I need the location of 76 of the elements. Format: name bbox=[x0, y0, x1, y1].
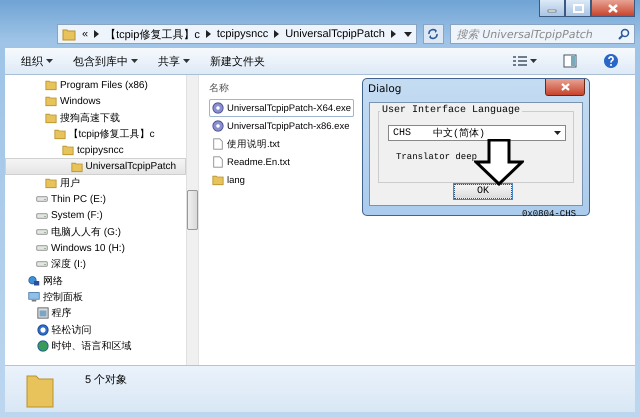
file-item[interactable]: UniversalTcpipPatch-x86.exe bbox=[209, 117, 353, 135]
dropdown-arrow-icon bbox=[530, 59, 537, 63]
status-text: 5 个对象 bbox=[85, 373, 128, 387]
tree-item[interactable]: 深度 (I:) bbox=[5, 256, 186, 273]
close-button[interactable] bbox=[545, 79, 585, 96]
folder-icon bbox=[212, 174, 224, 186]
details-view-icon bbox=[513, 55, 527, 67]
tree-item[interactable]: Windows bbox=[5, 93, 186, 110]
file-item[interactable]: 使用说明.txt bbox=[209, 135, 283, 153]
tree-item[interactable]: Thin PC (E:) bbox=[5, 191, 186, 208]
close-icon bbox=[560, 83, 570, 91]
chevron-right-icon bbox=[274, 30, 280, 38]
dropdown-arrow-icon bbox=[554, 131, 561, 135]
maximize-button[interactable] bbox=[565, 0, 591, 17]
maximize-icon bbox=[572, 4, 584, 12]
dialog-title: Dialog bbox=[368, 83, 402, 95]
column-header[interactable]: 名称 bbox=[209, 81, 229, 95]
toolbar-button[interactable]: 包含到库中 bbox=[65, 50, 146, 72]
breadcrumb[interactable]: 【tcpip修复工具】c bbox=[103, 26, 202, 42]
tree-item[interactable]: 时钟、语言和区域 bbox=[5, 338, 186, 354]
breadcrumb[interactable]: « bbox=[80, 28, 90, 40]
close-button[interactable] bbox=[591, 0, 635, 17]
tree-item[interactable]: 用户 bbox=[5, 174, 186, 192]
file-item[interactable]: lang bbox=[209, 171, 248, 189]
tree-item[interactable]: 【tcpip修复工具】c bbox=[5, 126, 186, 142]
folder-icon bbox=[45, 95, 57, 108]
tree-item[interactable]: tcpipysncc bbox=[5, 142, 186, 158]
group-label: User Interface Language bbox=[380, 105, 522, 116]
monitor-icon bbox=[28, 291, 40, 303]
language-code-text: 0x0804-CHS bbox=[522, 209, 576, 219]
tree-item[interactable]: UniversalTcpipPatch bbox=[5, 158, 186, 175]
file-item[interactable]: UniversalTcpipPatch-X64.exe bbox=[209, 99, 354, 117]
toolbar-button[interactable]: 新建文件夹 bbox=[202, 50, 273, 72]
tree-item[interactable]: 程序 bbox=[5, 305, 186, 322]
minimize-button[interactable] bbox=[539, 0, 565, 17]
tree-item[interactable]: 控制面板 bbox=[5, 288, 186, 306]
toolbar-button[interactable]: 共享 bbox=[150, 50, 198, 72]
translator-text: Translator deep bbox=[396, 152, 478, 162]
disc-app-icon bbox=[212, 120, 224, 132]
scrollbar-thumb[interactable] bbox=[187, 190, 198, 230]
folder-icon bbox=[45, 176, 57, 189]
tree-item[interactable]: 轻松访问 bbox=[5, 321, 186, 338]
folder-icon bbox=[70, 160, 82, 173]
breadcrumb[interactable]: tcpipysncc bbox=[214, 28, 270, 40]
program-window-icon bbox=[36, 307, 48, 320]
tree-item[interactable]: Program Files (x86) bbox=[5, 77, 186, 94]
close-icon bbox=[607, 4, 619, 12]
chevron-right-icon bbox=[94, 30, 100, 38]
toolbar-button[interactable]: 组织 bbox=[13, 50, 61, 72]
folder-icon bbox=[62, 28, 76, 40]
dropdown-arrow-icon bbox=[404, 32, 412, 36]
folder-icon bbox=[45, 112, 57, 124]
search-field[interactable]: 搜索 UniversalTcpipPatch bbox=[450, 24, 635, 44]
chevron-right-icon bbox=[206, 30, 211, 38]
search-icon bbox=[618, 28, 630, 40]
document-icon bbox=[212, 138, 224, 150]
tree-item[interactable]: System (F:) bbox=[5, 207, 186, 224]
disc-app-icon bbox=[212, 102, 224, 114]
folder-icon bbox=[54, 128, 66, 140]
refresh-icon bbox=[427, 28, 440, 40]
help-icon bbox=[603, 53, 619, 69]
tree-item[interactable]: 电脑人人有 (G:) bbox=[5, 224, 186, 240]
preview-pane-icon bbox=[563, 54, 577, 68]
file-item[interactable]: Readme.En.txt bbox=[209, 153, 293, 171]
tree-item[interactable]: 网络 bbox=[5, 272, 186, 289]
tree-item[interactable]: 搜狗高速下载 bbox=[5, 110, 186, 126]
ok-button[interactable]: OK bbox=[454, 184, 512, 199]
refresh-button[interactable] bbox=[422, 24, 444, 44]
document-icon bbox=[212, 156, 224, 168]
chevron-right-icon bbox=[390, 30, 396, 38]
tree-item[interactable]: Windows 10 (H:) bbox=[5, 240, 186, 256]
folder-icon bbox=[45, 79, 57, 92]
language-dropdown[interactable]: CHS 中文(简体) bbox=[388, 125, 566, 141]
address-bar[interactable]: « 【tcpip修复工具】c tcpipysncc UniversalTcpipPatch bbox=[57, 24, 417, 44]
breadcrumb[interactable]: UniversalTcpipPatch bbox=[283, 28, 387, 40]
folder-icon bbox=[62, 144, 74, 156]
